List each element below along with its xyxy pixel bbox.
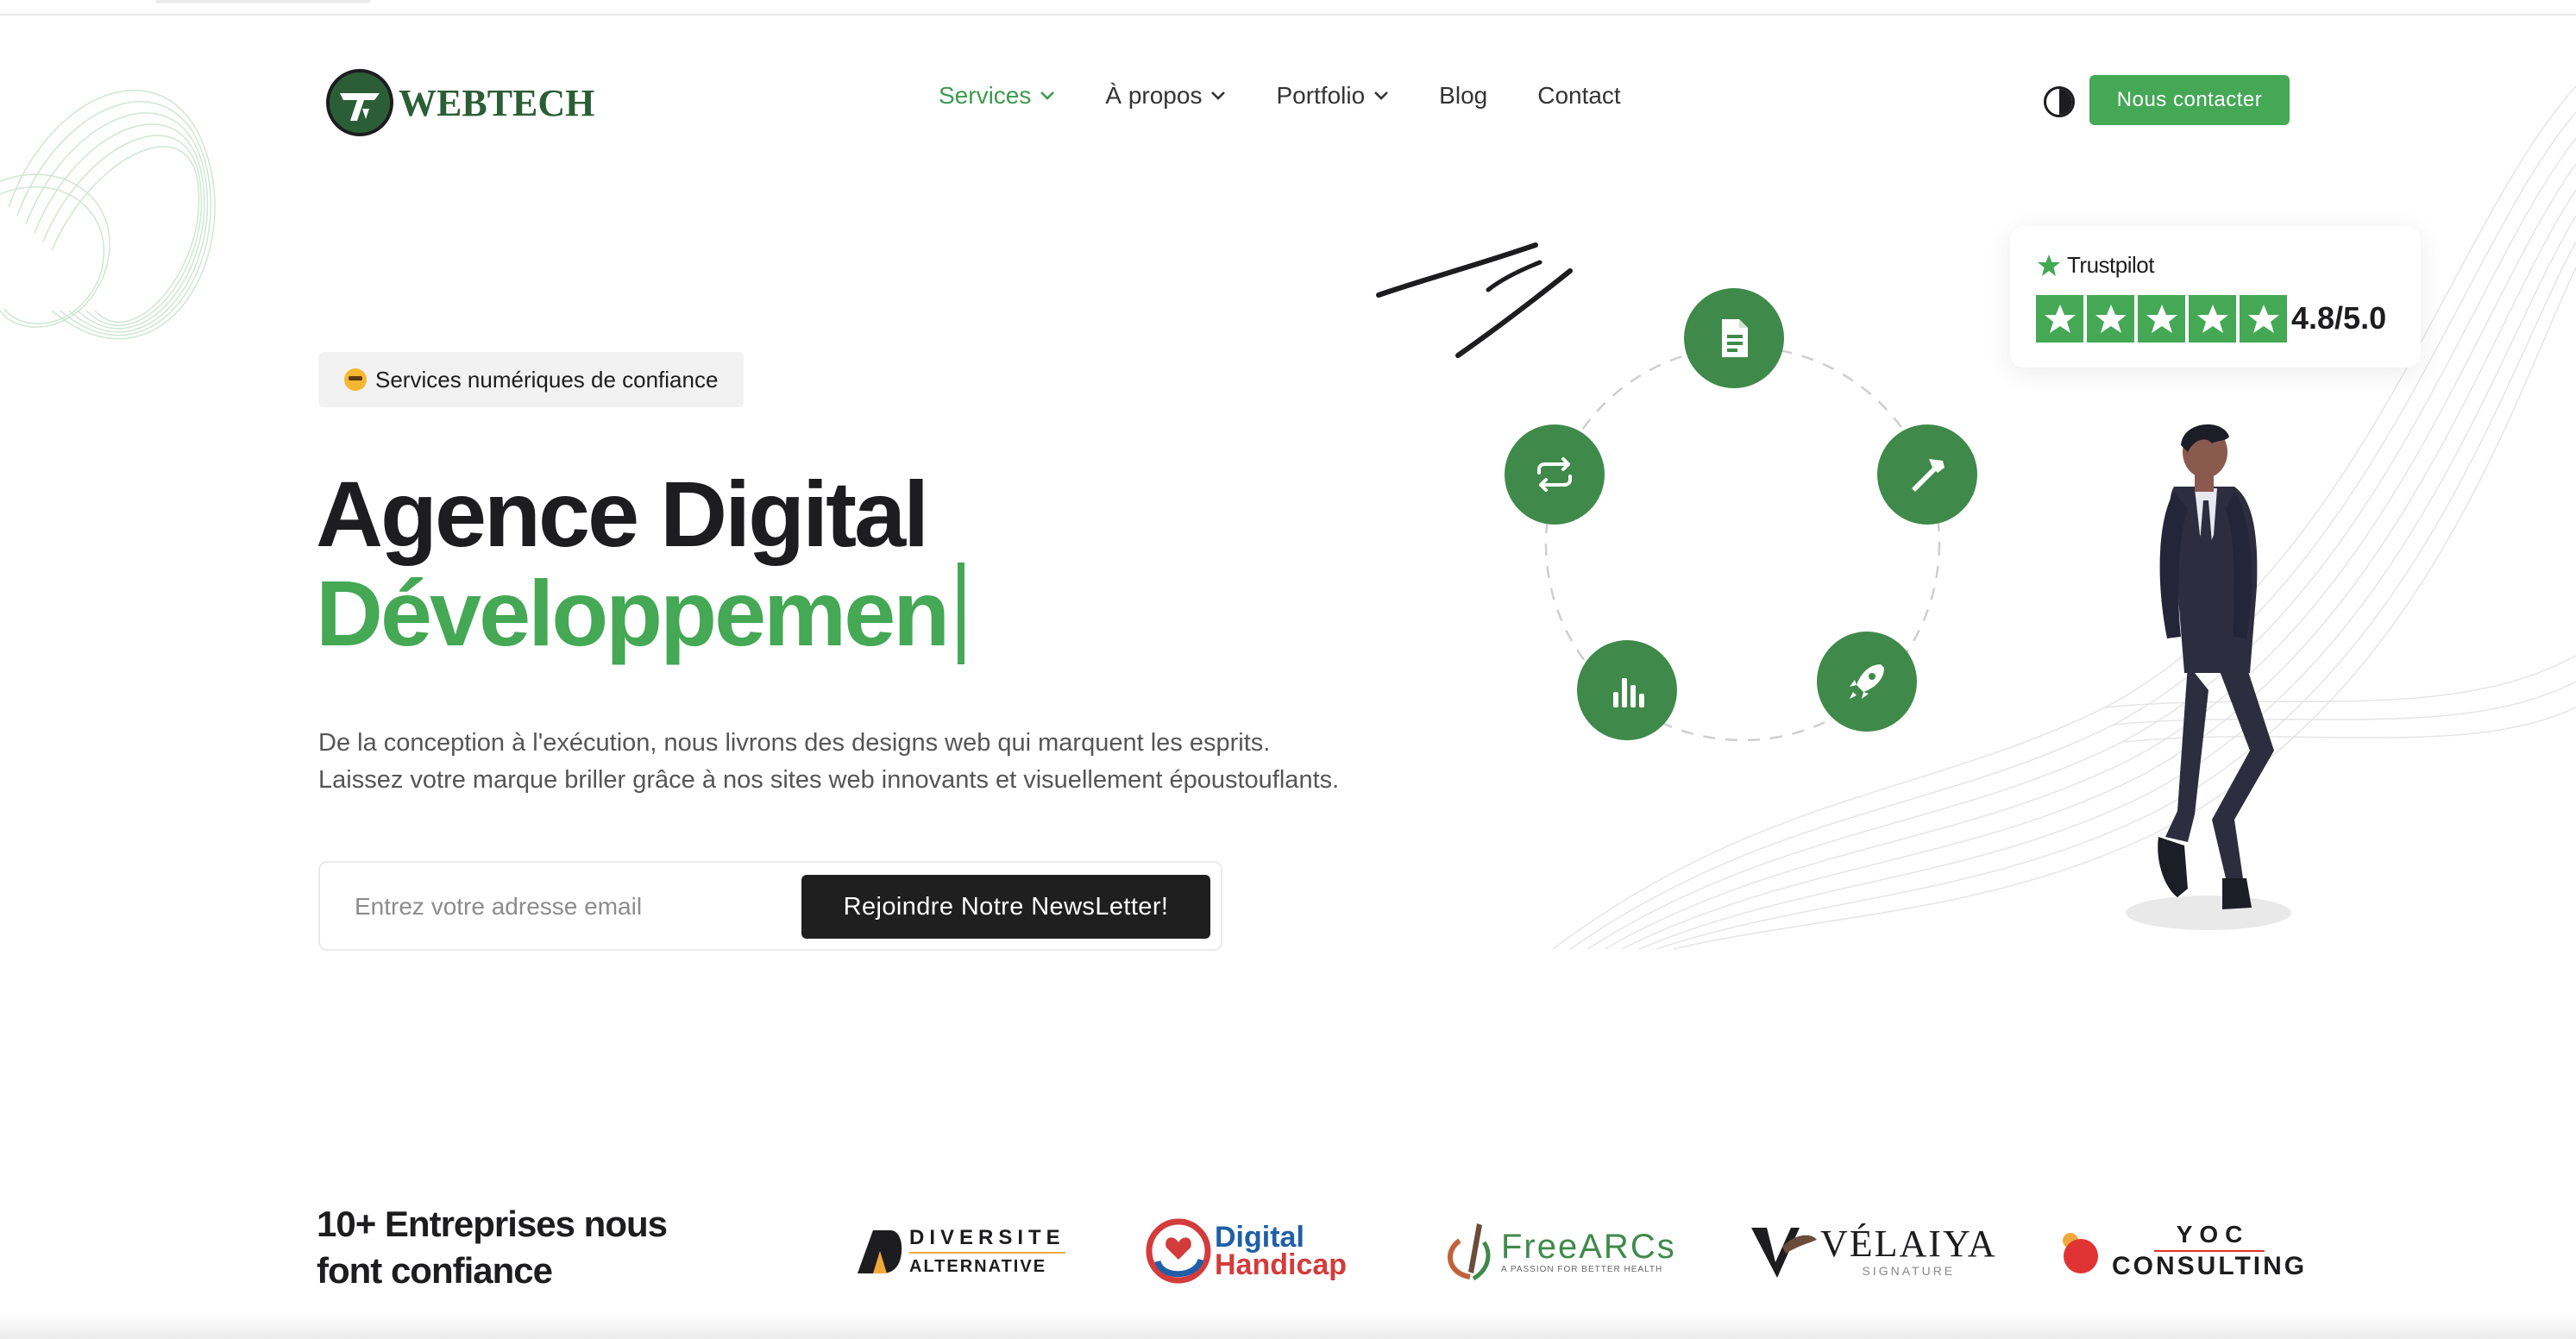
trustpilot-stars — [2036, 295, 2287, 343]
trusted-title-line: font confiance — [317, 1250, 553, 1291]
webtech-logo-icon — [326, 69, 393, 136]
partner-name: DIVERSITE — [909, 1226, 1065, 1254]
freearcs-logo-icon — [1448, 1223, 1491, 1281]
tab-hint — [155, 0, 371, 3]
decorative-scribble — [1376, 242, 1573, 358]
nav-item-a-propos[interactable]: À propos — [1105, 82, 1226, 110]
repeat-icon — [1537, 457, 1572, 492]
partner-tagline: Handicap — [1215, 1248, 1348, 1281]
trust-badge: Services numériques de confiance — [318, 352, 745, 407]
businessman-illustration — [2126, 424, 2291, 930]
nav-item-label: À propos — [1105, 82, 1203, 109]
main-nav: Services À propos Portfolio Blog Contact — [939, 82, 1671, 110]
hero-description: De la conception à l'exécution, nous liv… — [318, 725, 1474, 799]
nav-item-contact[interactable]: Contact — [1537, 82, 1621, 110]
email-input[interactable] — [355, 887, 769, 927]
digital-handicap-logo-icon — [1146, 1218, 1211, 1284]
hero-description-line: Laissez votre marque briller grâce à nos… — [318, 766, 1340, 794]
newsletter-join-button[interactable]: Rejoindre Notre NewsLetter! — [801, 875, 1210, 939]
nav-item-blog[interactable]: Blog — [1439, 82, 1487, 110]
partner-logo-yoc-consulting[interactable]: YOC CONSULTING — [2057, 1208, 2307, 1294]
partner-tagline: A PASSION FOR BETTER HEALTH — [1501, 1264, 1663, 1274]
decorative-waves-right — [1552, 85, 2576, 950]
partner-tagline: ALTERNATIVE — [909, 1256, 1047, 1276]
bar-chart-icon — [1613, 678, 1644, 707]
star-icon — [2036, 295, 2083, 343]
document-icon-node — [1684, 288, 1784, 388]
badge-text: Services numériques de confiance — [375, 366, 719, 393]
decorative-swirl-left — [0, 90, 216, 340]
chevron-down-icon — [1211, 91, 1226, 100]
chevron-down-icon — [1040, 91, 1055, 100]
bar-chart-icon-node — [1577, 640, 1677, 740]
hero-title: Agence Digital — [316, 462, 929, 566]
partner-tagline: CONSULTING — [2112, 1252, 2308, 1280]
trustpilot-label: Trustpilot — [2067, 252, 2154, 278]
chevron-down-icon — [1374, 91, 1389, 100]
hammer-icon — [1912, 459, 1945, 492]
star-icon — [2087, 295, 2134, 343]
star-icon — [2189, 295, 2236, 343]
partner-logo-freearcs[interactable]: FreeARCs A PASSION FOR BETTER HEALTH — [1439, 1208, 1676, 1294]
partner-tagline: SIGNATURE — [1862, 1264, 1956, 1278]
partner-name: FreeARCs — [1501, 1227, 1676, 1266]
bottom-shadow — [0, 1311, 2576, 1339]
partner-logo-velaiya[interactable]: VÉLAIYA SIGNATURE — [1748, 1208, 1997, 1294]
newsletter-form: Rejoindre Notre NewsLetter! — [318, 861, 1222, 951]
star-struck-emoji-icon — [344, 368, 367, 391]
nav-item-label: Contact — [1537, 82, 1621, 109]
partner-name: YOC — [2153, 1221, 2265, 1252]
nav-item-portfolio[interactable]: Portfolio — [1276, 82, 1389, 110]
hero-typed-word: Développemen — [316, 561, 965, 665]
contrast-icon[interactable] — [2044, 86, 2075, 117]
trusted-title-line: 10+ Entreprises nous — [317, 1204, 668, 1244]
typing-caret — [958, 563, 965, 664]
partner-name: VÉLAIYA — [1820, 1223, 1997, 1265]
hero-description-line: De la conception à l'exécution, nous liv… — [318, 729, 1271, 757]
trustpilot-rating: 4.8/5.0 — [2291, 300, 2387, 336]
rocket-icon — [1850, 664, 1884, 699]
velaiya-logo-icon — [1751, 1228, 1817, 1278]
partner-logo-diversite-alternative[interactable]: DIVERSITE ALTERNATIVE — [854, 1208, 1065, 1294]
rocket-icon-node — [1817, 632, 1917, 732]
document-icon — [1722, 319, 1748, 357]
partner-name: Digital — [1215, 1221, 1304, 1254]
nav-item-label: Portfolio — [1276, 82, 1366, 109]
trustpilot-card: Trustpilot 4.8/5.0 — [2010, 226, 2421, 368]
trustpilot-brand: Trustpilot — [2036, 252, 2154, 279]
trustpilot-star-icon — [2038, 254, 2060, 276]
nav-item-label: Blog — [1439, 82, 1488, 109]
partner-logo-digital-handicap[interactable]: Digital Handicap — [1144, 1208, 1347, 1294]
diversite-logo-icon — [858, 1230, 902, 1273]
nav-item-services[interactable]: Services — [939, 82, 1055, 110]
nav-item-label: Services — [939, 82, 1032, 109]
browser-top-strip — [0, 0, 2576, 16]
trusted-title: 10+ Entreprises nous font confiance — [317, 1201, 731, 1294]
repeat-icon-node — [1505, 424, 1605, 525]
typed-word-text: Développemen — [316, 561, 950, 665]
contact-button[interactable]: Nous contacter — [2089, 75, 2290, 125]
star-icon — [2138, 295, 2185, 343]
star-icon — [2240, 295, 2287, 343]
yoc-logo-icon — [2063, 1233, 2098, 1273]
logo-text: WEBTECH — [399, 81, 595, 124]
hammer-icon-node — [1877, 424, 1977, 525]
logo[interactable]: WEBTECH — [324, 67, 594, 138]
